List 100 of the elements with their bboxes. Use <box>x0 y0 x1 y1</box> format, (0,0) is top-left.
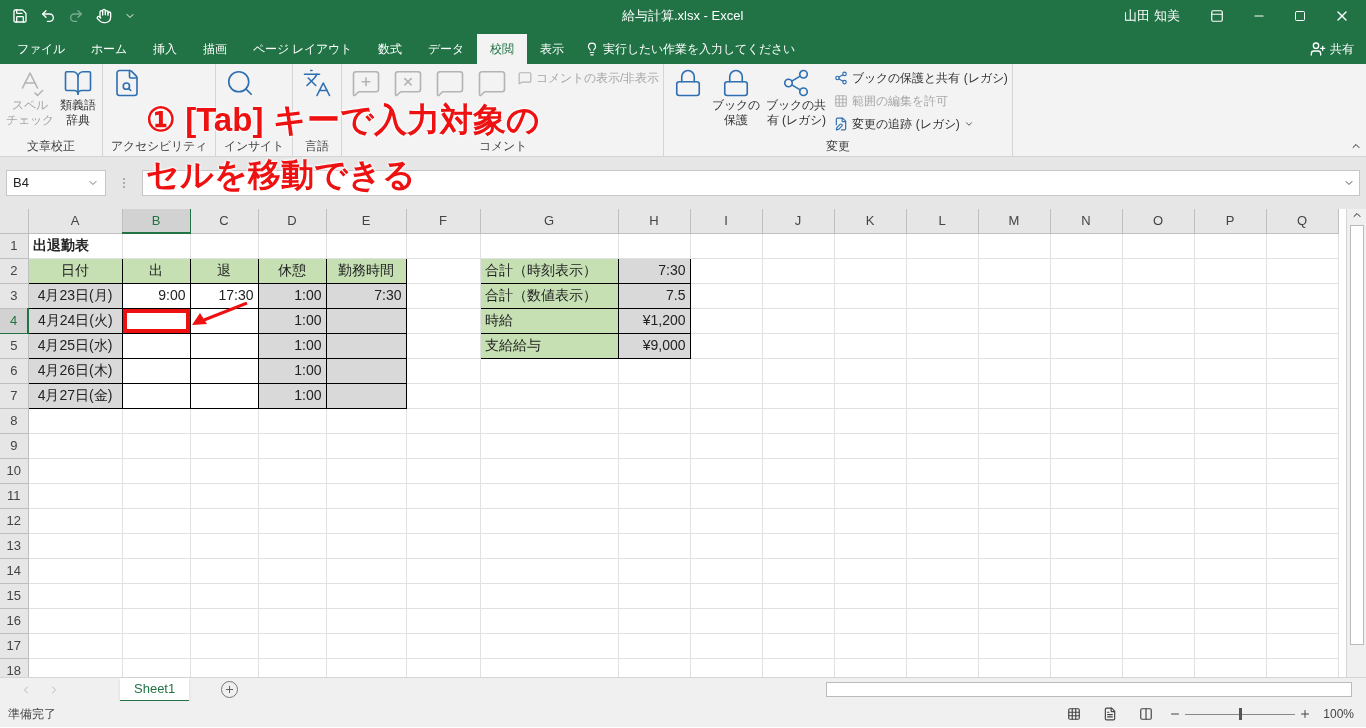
table-cell[interactable] <box>326 333 406 358</box>
column-header[interactable]: M <box>978 209 1050 233</box>
row-header[interactable]: 7 <box>0 383 28 408</box>
column-header[interactable]: F <box>406 209 480 233</box>
row-header[interactable]: 9 <box>0 433 28 458</box>
table-cell[interactable]: 勤務時間 <box>326 258 406 283</box>
column-header[interactable]: J <box>762 209 834 233</box>
ribbon-button[interactable]: 類義語 辞典 <box>58 68 98 128</box>
table-cell[interactable]: 合計（数値表示） <box>480 283 618 308</box>
annotation-text: セルを移動できる <box>146 156 416 194</box>
annotation-text: ① [Tab] キーで入力対象の <box>146 101 540 139</box>
row-header[interactable]: 15 <box>0 583 28 608</box>
table-cell[interactable] <box>326 358 406 383</box>
column-header[interactable]: D <box>258 209 326 233</box>
column-header[interactable]: N <box>1050 209 1122 233</box>
column-header[interactable]: G <box>480 209 618 233</box>
ribbon-button[interactable]: 変更の追跡 (レガシ) <box>834 114 1008 134</box>
ribbon-button[interactable]: ブックの共 有 (レガシ) <box>764 68 829 128</box>
table-cell[interactable] <box>326 308 406 333</box>
column-header[interactable]: P <box>1194 209 1266 233</box>
ribbon-tab[interactable]: ホーム <box>78 34 140 64</box>
row-header[interactable]: 16 <box>0 608 28 633</box>
comment-icon <box>477 68 507 98</box>
horizontal-scrollbar[interactable] <box>826 682 1352 697</box>
table-cell[interactable]: 出退勤表 <box>28 233 122 258</box>
column-header[interactable]: B <box>122 209 190 233</box>
table-cell[interactable]: 合計（時刻表示） <box>480 258 618 283</box>
zoom-level: 100% <box>1323 706 1354 723</box>
comment-icon <box>435 68 465 98</box>
zoom-in-icon[interactable] <box>1299 708 1312 720</box>
ribbon-display-icon[interactable] <box>1210 9 1224 23</box>
row-header[interactable]: 3 <box>0 283 28 308</box>
table-cell[interactable]: 時給 <box>480 308 618 333</box>
ribbon-button[interactable]: ブックの保護と共有 (レガシ) <box>834 68 1008 88</box>
ribbon-tab[interactable]: 描画 <box>190 34 240 64</box>
row-header[interactable]: 4 <box>0 308 28 333</box>
table-cell[interactable]: 4月26日(木) <box>28 358 122 383</box>
group-label: コメント <box>477 138 528 154</box>
more-icon <box>122 177 126 189</box>
comment-add-icon <box>351 68 381 98</box>
plus-icon <box>224 684 236 695</box>
column-header[interactable]: E <box>326 209 406 233</box>
table-cell[interactable]: 4月24日(火) <box>28 308 122 333</box>
row-header[interactable]: 17 <box>0 633 28 658</box>
column-header[interactable]: L <box>906 209 978 233</box>
name-box[interactable]: B4 <box>6 170 106 196</box>
row-header[interactable]: 5 <box>0 333 28 358</box>
page-layout-icon[interactable] <box>1103 707 1118 721</box>
vertical-scrollbar[interactable] <box>1346 209 1366 677</box>
row-header[interactable]: 8 <box>0 408 28 433</box>
row-header[interactable]: 12 <box>0 508 28 533</box>
table-cell[interactable]: 4月27日(金) <box>28 383 122 408</box>
ribbon-tab[interactable]: データ <box>415 34 478 64</box>
document-edit-icon <box>834 117 849 131</box>
group-label: 変更 <box>825 138 851 154</box>
normal-view-icon[interactable] <box>1067 707 1082 721</box>
page-break-icon[interactable] <box>1139 707 1154 721</box>
group-label: 文章校正 <box>26 138 76 154</box>
column-header[interactable]: C <box>190 209 258 233</box>
user-name: 山田 知美 <box>1124 7 1180 26</box>
row-header[interactable]: 14 <box>0 558 28 583</box>
undo-icon[interactable] <box>40 8 56 24</box>
ribbon-button[interactable]: ブックの 保護 <box>710 68 763 128</box>
row-header[interactable]: 10 <box>0 458 28 483</box>
share-icon <box>834 71 849 85</box>
grid-icon <box>834 94 849 108</box>
column-header[interactable]: H <box>618 209 690 233</box>
table-cell[interactable]: 4月25日(水) <box>28 333 122 358</box>
group-label: 言語 <box>304 138 330 154</box>
table-cell[interactable]: 7:30 <box>326 283 406 308</box>
touch-mode-icon[interactable] <box>96 8 112 24</box>
row-header[interactable]: 13 <box>0 533 28 558</box>
row-header[interactable]: 1 <box>0 233 28 258</box>
book-icon <box>63 68 93 98</box>
ribbon-tab[interactable]: ページ レイアウト <box>240 34 366 64</box>
ribbon-tab[interactable]: 表示 <box>527 34 578 64</box>
table-cell[interactable]: 支給給与 <box>480 333 618 358</box>
zoom-slider[interactable] <box>1185 708 1296 720</box>
ribbon-tab[interactable]: 挿入 <box>140 34 190 64</box>
column-header[interactable]: A <box>28 209 122 233</box>
share-button[interactable]: 共有 <box>1302 34 1362 64</box>
table-cell[interactable] <box>326 383 406 408</box>
column-header[interactable]: I <box>690 209 762 233</box>
sheet-tab[interactable]: Sheet1 <box>120 677 190 702</box>
ribbon-tab[interactable]: ファイル <box>4 34 78 64</box>
ribbon-tab[interactable]: 数式 <box>365 34 416 64</box>
row-header[interactable]: 6 <box>0 358 28 383</box>
table-cell[interactable]: 日付 <box>28 258 122 283</box>
tell-me-field[interactable]: 実行したい作業を入力してください <box>603 40 864 58</box>
row-header[interactable]: 11 <box>0 483 28 508</box>
save-icon[interactable] <box>12 8 28 24</box>
comment-delete-icon <box>393 68 423 98</box>
window-title: 給与計算.xlsx - Excel <box>622 7 745 26</box>
table-cell[interactable]: 4月23日(月) <box>28 283 122 308</box>
column-header[interactable]: Q <box>1266 209 1338 233</box>
column-header[interactable]: K <box>834 209 906 233</box>
column-header[interactable]: O <box>1122 209 1194 233</box>
ribbon-tab[interactable]: 校閲 <box>477 34 528 64</box>
restore-icon[interactable] <box>1294 10 1306 22</box>
row-header[interactable]: 2 <box>0 258 28 283</box>
